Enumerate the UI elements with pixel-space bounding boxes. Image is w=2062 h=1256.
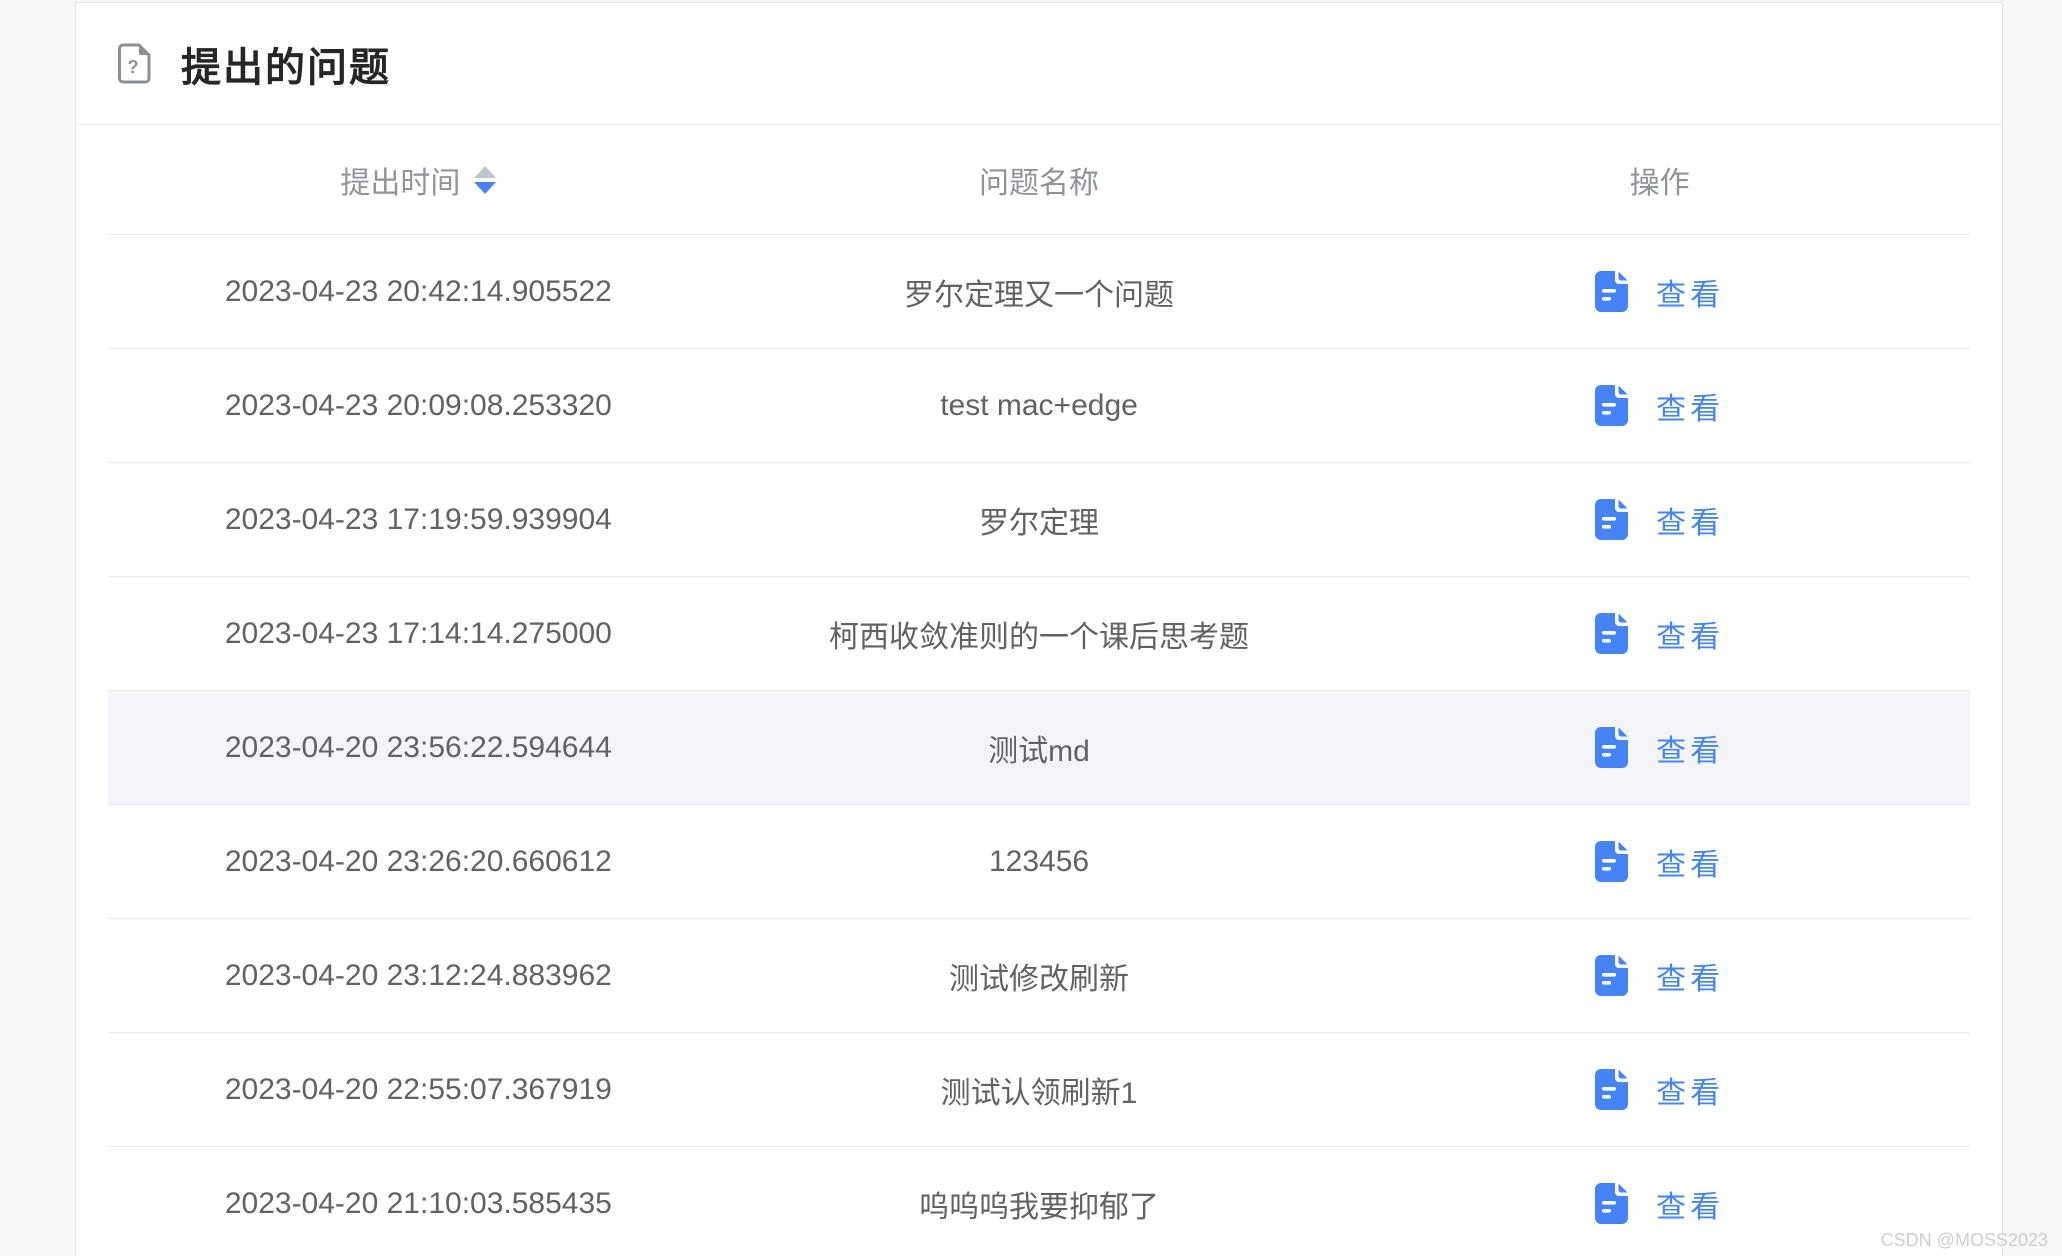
row-time: 2023-04-20 21:10:03.585435: [108, 1187, 729, 1221]
table-row: 2023-04-23 17:19:59.939904 罗尔定理 查看: [108, 463, 1970, 577]
row-time: 2023-04-20 23:56:22.594644: [108, 731, 729, 765]
view-link-label: 查看: [1656, 726, 1724, 770]
row-time: 2023-04-23 17:14:14.275000: [108, 617, 729, 651]
table-row: 2023-04-20 22:55:07.367919 测试认领刷新1 查看: [108, 1033, 1970, 1147]
table-row: 2023-04-20 21:10:03.585435 呜呜呜我要抑郁了 查看: [108, 1147, 1970, 1256]
view-action[interactable]: 查看: [1595, 840, 1724, 884]
row-time: 2023-04-20 23:12:24.883962: [108, 959, 729, 993]
row-time: 2023-04-20 23:26:20.660612: [108, 845, 729, 879]
row-question-name: 测试md: [729, 726, 1350, 770]
document-icon: [1595, 955, 1628, 996]
table-row: 2023-04-23 17:14:14.275000 柯西收敛准则的一个课后思考…: [108, 577, 1970, 691]
view-link-label: 查看: [1656, 840, 1724, 884]
svg-text:?: ?: [128, 57, 139, 77]
view-action[interactable]: 查看: [1595, 498, 1724, 542]
row-action-cell: 查看: [1349, 384, 1970, 428]
document-question-icon: ?: [118, 43, 151, 84]
row-question-name: 123456: [729, 845, 1350, 879]
view-link-label: 查看: [1656, 498, 1724, 542]
view-action[interactable]: 查看: [1595, 1068, 1724, 1112]
row-action-cell: 查看: [1349, 954, 1970, 998]
table-body: 2023-04-23 20:42:14.905522 罗尔定理又一个问题 查看: [108, 235, 1970, 1256]
row-question-name: 测试修改刷新: [729, 954, 1350, 998]
view-link-label: 查看: [1656, 1068, 1724, 1112]
row-time: 2023-04-23 20:42:14.905522: [108, 275, 729, 309]
row-time: 2023-04-20 22:55:07.367919: [108, 1073, 729, 1107]
column-header-action: 操作: [1349, 158, 1970, 202]
sort-caret-down-icon[interactable]: [474, 182, 496, 194]
row-question-name: test mac+edge: [729, 389, 1350, 423]
row-time: 2023-04-23 20:09:08.253320: [108, 389, 729, 423]
view-action[interactable]: 查看: [1595, 954, 1724, 998]
watermark: CSDN @MOSS2023: [1881, 1230, 2048, 1251]
view-action[interactable]: 查看: [1595, 270, 1724, 314]
table-row: 2023-04-23 20:09:08.253320 test mac+edge…: [108, 349, 1970, 463]
questions-table: 提出时间 问题名称 操作 2023-04-23 20:42:14.905522 …: [108, 125, 1970, 1256]
row-question-name: 呜呜呜我要抑郁了: [729, 1182, 1350, 1226]
view-action[interactable]: 查看: [1595, 384, 1724, 428]
view-link-label: 查看: [1656, 270, 1724, 314]
row-action-cell: 查看: [1349, 1068, 1970, 1112]
view-action[interactable]: 查看: [1595, 726, 1724, 770]
row-action-cell: 查看: [1349, 1182, 1970, 1226]
table-row: 2023-04-20 23:12:24.883962 测试修改刷新 查看: [108, 919, 1970, 1033]
view-link-label: 查看: [1656, 612, 1724, 656]
page-title: 提出的问题: [181, 35, 391, 93]
table-header-row: 提出时间 问题名称 操作: [108, 125, 1970, 235]
view-action[interactable]: 查看: [1595, 1182, 1724, 1226]
column-header-name: 问题名称: [729, 158, 1350, 202]
row-action-cell: 查看: [1349, 840, 1970, 884]
column-header-time[interactable]: 提出时间: [108, 158, 729, 202]
row-question-name: 测试认领刷新1: [729, 1068, 1350, 1112]
document-icon: [1595, 499, 1628, 540]
document-icon: [1595, 613, 1628, 654]
questions-card: ? 提出的问题 提出时间 问题名称 操作 2023-04-23 20:42:14…: [75, 2, 2003, 1256]
row-action-cell: 查看: [1349, 270, 1970, 314]
row-question-name: 罗尔定理又一个问题: [729, 270, 1350, 314]
sort-caret-up-icon[interactable]: [474, 166, 496, 178]
view-link-label: 查看: [1656, 384, 1724, 428]
document-icon: [1595, 385, 1628, 426]
row-action-cell: 查看: [1349, 612, 1970, 656]
row-question-name: 罗尔定理: [729, 498, 1350, 542]
row-question-name: 柯西收敛准则的一个课后思考题: [729, 612, 1350, 656]
view-action[interactable]: 查看: [1595, 612, 1724, 656]
sort-caret[interactable]: [474, 166, 496, 194]
document-icon: [1595, 1183, 1628, 1224]
row-action-cell: 查看: [1349, 498, 1970, 542]
document-icon: [1595, 727, 1628, 768]
view-link-label: 查看: [1656, 954, 1724, 998]
table-row: 2023-04-20 23:26:20.660612 123456 查看: [108, 805, 1970, 919]
table-row: 2023-04-20 23:56:22.594644 测试md 查看: [108, 691, 1970, 805]
column-header-time-label: 提出时间: [340, 158, 460, 202]
view-link-label: 查看: [1656, 1182, 1724, 1226]
card-header: ? 提出的问题: [76, 3, 2002, 125]
document-icon: [1595, 271, 1628, 312]
row-time: 2023-04-23 17:19:59.939904: [108, 503, 729, 537]
table-row: 2023-04-23 20:42:14.905522 罗尔定理又一个问题 查看: [108, 235, 1970, 349]
document-icon: [1595, 1069, 1628, 1110]
row-action-cell: 查看: [1349, 726, 1970, 770]
document-icon: [1595, 841, 1628, 882]
